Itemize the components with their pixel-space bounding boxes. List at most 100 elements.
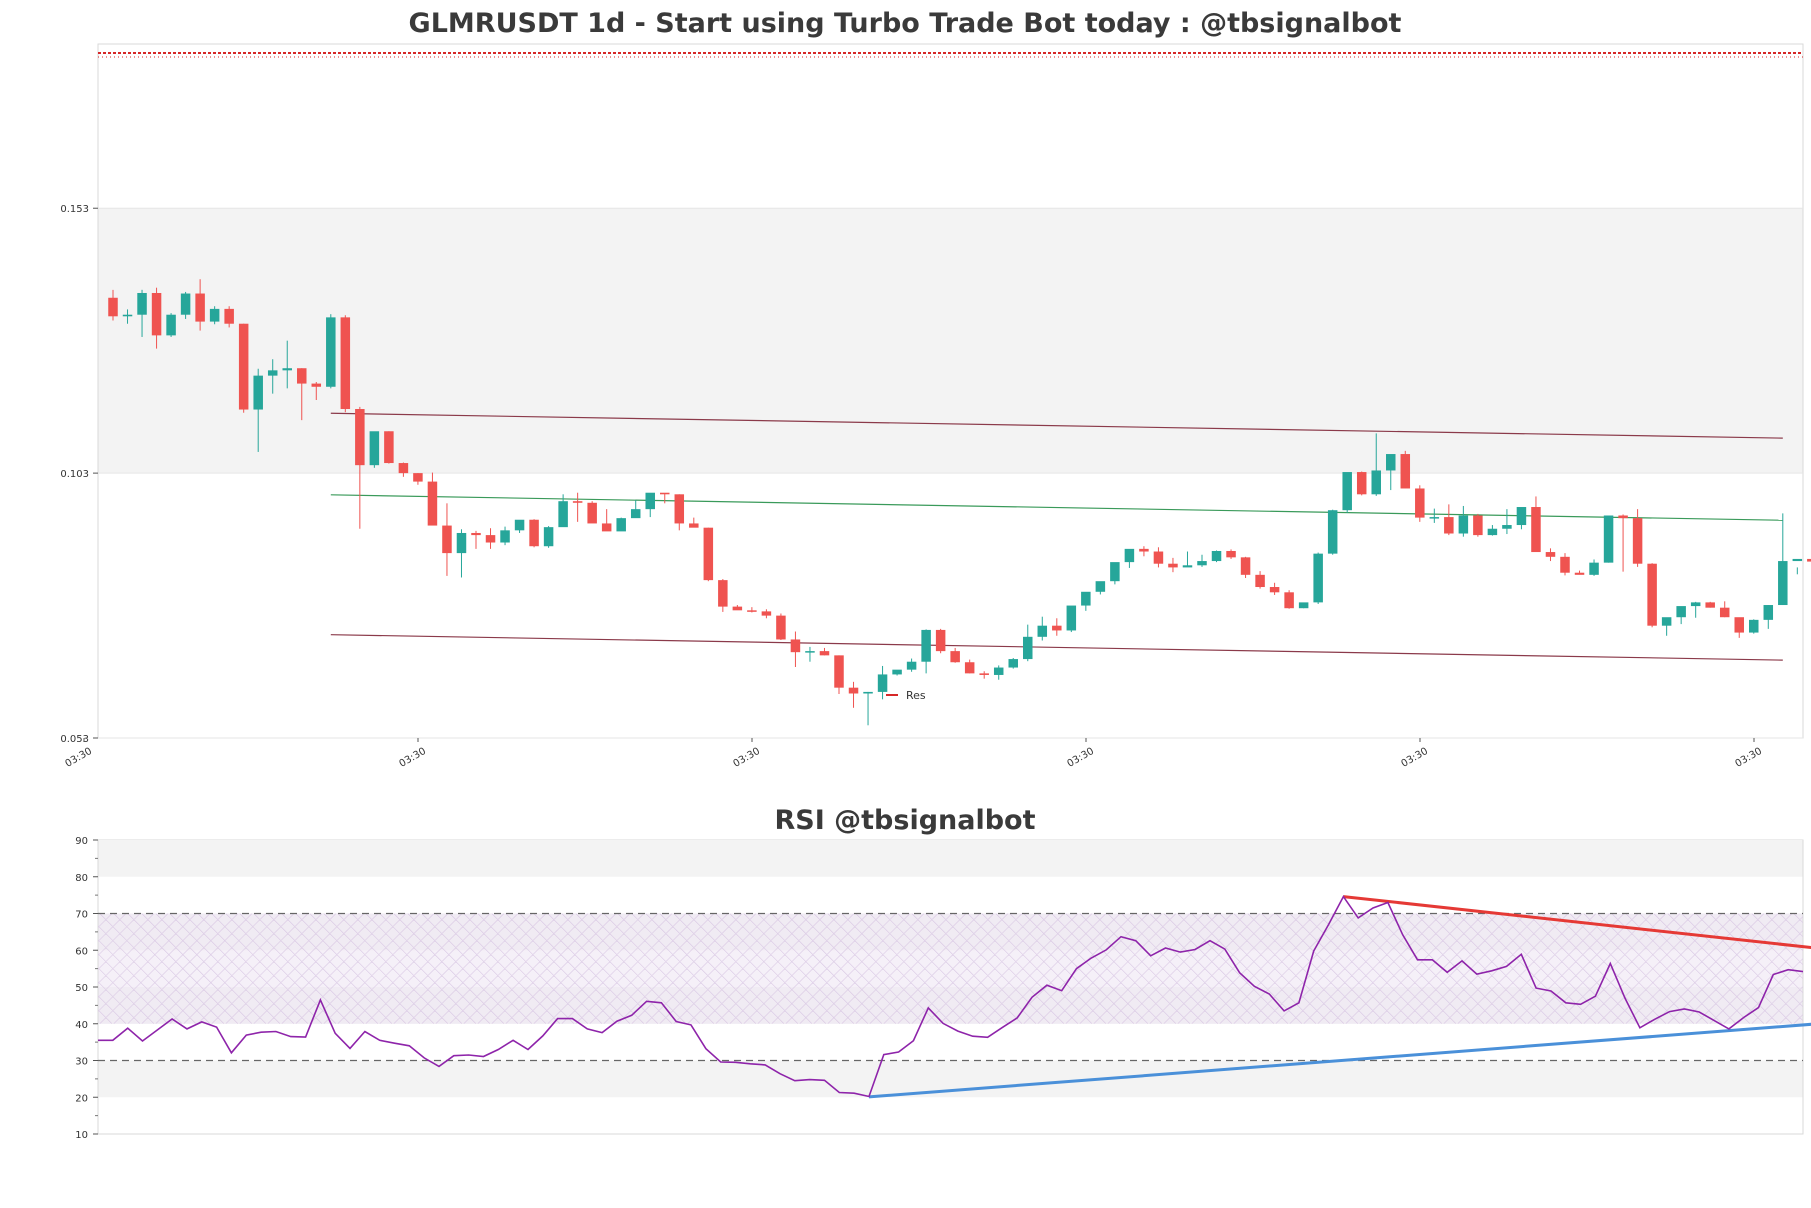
price-x-tick-label: 03:30 [64, 746, 94, 770]
candle-body [1719, 607, 1730, 618]
candle-body [122, 314, 133, 317]
candle-body [1574, 572, 1585, 575]
candle-body [1356, 472, 1367, 495]
candle-body [1429, 517, 1440, 519]
candle-body [355, 409, 365, 466]
candle-body [660, 492, 670, 495]
candle-body [1037, 625, 1048, 637]
legend-label-res: Res [906, 689, 926, 702]
candle-body [1284, 592, 1294, 609]
price-y-tick-label: 0.103 [60, 469, 89, 480]
price-x-tick-label: 03:30 [398, 746, 428, 770]
candle-body [1516, 507, 1527, 526]
candle-body [456, 532, 467, 554]
rsi-y-tick-label: 60 [75, 946, 88, 957]
candle-body [964, 662, 975, 674]
candle-body [1168, 563, 1178, 568]
candle-body [1110, 562, 1120, 582]
candle-body [587, 502, 597, 524]
candle-body [311, 383, 322, 387]
rsi-y-tick-label: 40 [75, 1020, 88, 1031]
candle-body [471, 532, 481, 536]
rsi-hatched-zone [98, 913, 1803, 1024]
candle-body [558, 501, 568, 528]
price-x-tick-label: 03:30 [732, 746, 762, 770]
candle-body [1197, 561, 1207, 566]
rsi-y-tick-label: 70 [75, 910, 88, 921]
price-x-tick-label: 03:30 [1066, 746, 1096, 770]
candle-body [195, 293, 205, 322]
candle-body [1749, 619, 1759, 633]
candle-body [267, 370, 278, 376]
candle-body [485, 535, 496, 543]
candle-body [1560, 556, 1570, 573]
candle-body [877, 674, 888, 692]
candle-body [1502, 525, 1512, 529]
candle-body [1763, 605, 1774, 620]
candle-body [369, 431, 380, 466]
candle-body [1139, 548, 1149, 552]
candle-body [834, 655, 844, 688]
candle-body [514, 519, 525, 531]
candle-body [1124, 548, 1135, 563]
rsi-y-tick-label: 50 [75, 983, 88, 994]
candle-body [1182, 565, 1193, 568]
candle-body [1690, 602, 1701, 607]
candle-body [398, 463, 409, 474]
candle-body [718, 580, 728, 607]
candle-body [1371, 470, 1381, 495]
candle-body [863, 691, 873, 694]
rsi-y-tick-label: 90 [75, 836, 88, 847]
candle-body [950, 651, 960, 663]
candle-body [645, 492, 655, 510]
candle-body [1734, 617, 1744, 633]
candle-body [1778, 561, 1788, 606]
candle-body [689, 523, 699, 528]
candle-body [1327, 510, 1338, 554]
candle-body [1531, 507, 1541, 553]
rsi-y-tick-label: 80 [75, 873, 88, 884]
candle-body [297, 368, 307, 384]
candle-body [1313, 553, 1323, 603]
candle-body [1400, 454, 1411, 489]
candle-body [180, 293, 191, 315]
candle-body [1298, 602, 1309, 609]
price-y-tick-label: 0.153 [60, 204, 89, 215]
candle-body [238, 323, 249, 410]
candle-body [761, 611, 772, 616]
rsi-y-tick-label: 30 [75, 1057, 88, 1068]
candle-body [1342, 472, 1352, 511]
candle-body [921, 629, 931, 662]
candle-body [1632, 518, 1643, 564]
candle-body [790, 639, 801, 653]
price-y-tick-label: 0.053 [60, 734, 89, 745]
candle-body [413, 473, 423, 482]
candle-body [1705, 602, 1715, 608]
candle-body [819, 651, 830, 656]
candle-body [282, 368, 292, 371]
candle-body [108, 297, 118, 317]
candle-body [1269, 587, 1280, 593]
candle-body [1545, 552, 1556, 557]
candle-body [601, 523, 612, 532]
candle-body [572, 501, 583, 503]
candle-body [776, 615, 786, 640]
candle-body [500, 530, 510, 543]
chart-canvas: 0.1530.1030.053 03:30 03:30 03:30 03:30 03:3… [60, 8, 1811, 1141]
candle-body [1647, 563, 1657, 626]
price-shaded-band [98, 208, 1803, 474]
candle-body [674, 494, 685, 524]
candle-body [529, 519, 539, 547]
candle-body [1618, 515, 1628, 519]
candle-body [1473, 515, 1483, 536]
price-x-axis: 03:30 03:30 03:30 03:30 03:30 03:30 [64, 738, 1764, 770]
candle-body [1081, 591, 1091, 606]
rsi-y-axis: 90 80 70 60 50 40 30 20 10 [75, 836, 98, 1141]
candle-body [732, 606, 743, 611]
candle-body [1386, 454, 1396, 471]
candle-body [1676, 606, 1686, 618]
candle-body [1066, 605, 1077, 631]
candle-body [166, 314, 176, 336]
candle-body [1052, 625, 1062, 631]
candle-body [1153, 551, 1164, 564]
